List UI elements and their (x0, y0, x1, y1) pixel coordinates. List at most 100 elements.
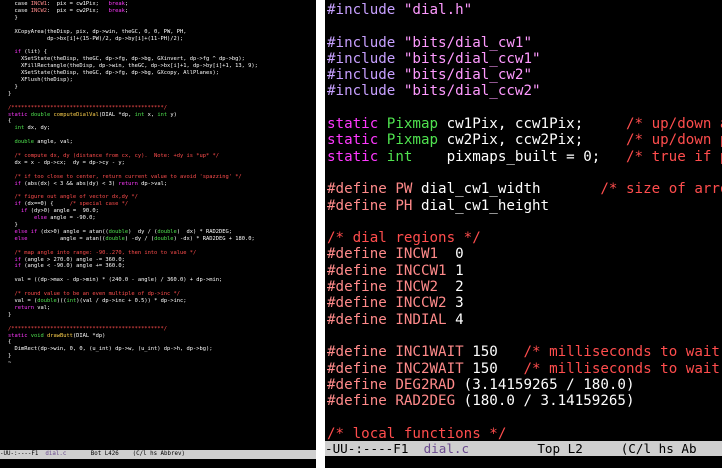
code-line[interactable]: #include "bits/dial_cw1" (327, 35, 722, 51)
code-line[interactable]: { (8, 118, 316, 125)
code-line[interactable] (327, 18, 722, 34)
left-code-area[interactable]: case INCW1: pix = cw1Pix; break; case IN… (0, 0, 316, 450)
code-line[interactable]: return val; (8, 305, 316, 312)
code-line[interactable]: ~ (8, 360, 316, 367)
code-line[interactable]: case INCW2: pix = cw2Pix; break; (8, 8, 316, 15)
code-line[interactable]: static Pixmap cw2Pix, ccw2Pix; /* up/dow… (327, 132, 722, 148)
code-line[interactable]: /***************************************… (8, 326, 316, 333)
code-line[interactable]: #define INC2WAIT 150 /* milliseconds to … (327, 361, 722, 377)
code-token: dial_cw1_height (412, 197, 550, 214)
code-line[interactable]: /* round value to be an even multiple of… (8, 291, 316, 298)
code-line[interactable]: } (8, 222, 316, 229)
code-line[interactable]: #include "bits/dial_cw2" (327, 67, 722, 83)
code-line[interactable] (8, 22, 316, 29)
code-token: #include (327, 50, 396, 67)
code-line[interactable]: #define DEG2RAD (3.14159265 / 180.0) (327, 377, 722, 393)
code-line[interactable]: /* local functions */ (327, 426, 722, 442)
code-line[interactable]: XSetState(theDisp, theGC, dp->fg, dp->bg… (8, 56, 316, 63)
code-line[interactable]: /* figure out angle of vector dx,dy */ (8, 194, 316, 201)
code-token: pixmaps_built = 0; (412, 148, 626, 165)
code-line[interactable]: #define INCCW1 1 (327, 263, 722, 279)
code-token: int (14, 125, 25, 132)
code-line[interactable]: static int pixmaps_built = 0; /* true if… (327, 149, 722, 165)
code-line[interactable]: #define INCW1 0 (327, 246, 722, 262)
code-line[interactable] (327, 165, 722, 181)
code-line[interactable]: else if (dx>0) angle = atan((double) dy … (8, 229, 316, 236)
code-line[interactable]: static Pixmap cw1Pix, ccw1Pix; /* up/dow… (327, 116, 722, 132)
code-line[interactable]: #define PH dial_cw1_height (327, 198, 722, 214)
code-token: INC1WAIT (395, 344, 464, 361)
code-line[interactable]: dp->bx[i]+(15-PW)/2, dp->by[i]+(11-PH)/2… (8, 36, 316, 43)
code-token: /* figure out angle of vector dx,dy */ (14, 194, 138, 201)
code-token: void (30, 332, 44, 339)
code-line[interactable]: { (8, 339, 316, 346)
code-line[interactable] (8, 146, 316, 153)
code-line[interactable]: #define RAD2DEG (180.0 / 3.14159265) (327, 393, 722, 409)
code-line[interactable]: #include "bits/dial_ccw1" (327, 51, 722, 67)
code-line[interactable]: static double computeDialVal(DIAL *dp, i… (8, 112, 316, 119)
code-line[interactable]: if (abs(dx) < 3 && abs(dy) < 3) return d… (8, 181, 316, 188)
code-line[interactable]: else angle = -90.0; (8, 215, 316, 222)
code-token: cw1Pix, ccw1Pix; (438, 116, 626, 133)
code-line[interactable]: /***************************************… (8, 105, 316, 112)
code-line[interactable] (8, 98, 316, 105)
code-line[interactable]: double angle, val; (8, 139, 316, 146)
code-line[interactable]: val = (double)((int)(val / dp->inc + 0.5… (8, 298, 316, 305)
code-token: "bits/dial_ccw1" (403, 50, 541, 67)
code-line[interactable]: if (dx==0) { /* special case */ (8, 201, 316, 208)
code-line[interactable]: static void drawButt(DIAL *dp) (8, 333, 316, 340)
code-line[interactable]: #include "dial.h" (327, 2, 722, 18)
code-token: dial_cw1_width (412, 181, 601, 198)
code-line[interactable]: XFillRectangle(theDisp, dp->win, theGC, … (8, 63, 316, 70)
code-line[interactable] (8, 284, 316, 291)
code-line[interactable] (8, 132, 316, 139)
code-line[interactable]: XCopyArea(theDisp, pix, dp->win, theGC, … (8, 29, 316, 36)
code-line[interactable]: XSetState(theDisp, theGC, dp->fg, dp->bg… (8, 70, 316, 77)
code-line[interactable]: /* dial regions */ (327, 230, 722, 246)
code-line[interactable]: #define INC1WAIT 150 /* milliseconds to … (327, 344, 722, 360)
left-editor-pane[interactable]: case INCW1: pix = cw1Pix; break; case IN… (0, 0, 316, 468)
code-line[interactable]: if (dy>0) angle = 90.0; (8, 208, 316, 215)
code-line[interactable]: val = ((dp->max - dp->min) * (240.0 - an… (8, 277, 316, 284)
code-line[interactable] (8, 187, 316, 194)
code-line[interactable]: #define INDIAL 4 (327, 312, 722, 328)
code-line[interactable]: dx = x - dp->cx; dy = dp->cy - y; (8, 160, 316, 167)
code-line[interactable]: case INCW1: pix = cw1Pix; break; (8, 1, 316, 8)
code-line[interactable]: #define PW dial_cw1_width /* size of arr… (327, 181, 722, 197)
code-line[interactable]: else angle = atan((double) -dy / (double… (8, 236, 316, 243)
code-line[interactable]: if (lit) { (8, 49, 316, 56)
code-line[interactable]: /* if too close to center, return curren… (8, 174, 316, 181)
code-token: : pix = cw1Pix; (46, 1, 109, 7)
code-line[interactable]: XFlush(theDisp); (8, 77, 316, 84)
code-line[interactable]: DimRect(dp->win, 0, 0, (u_int) dp->w, (u… (8, 346, 316, 353)
code-line[interactable]: int dx, dy; (8, 125, 316, 132)
code-line[interactable] (8, 243, 316, 250)
code-line[interactable]: /* compute dx, dy (distance from cx, cy)… (8, 153, 316, 160)
right-source-text[interactable]: #include "dial.h" #include "bits/dial_cw… (325, 0, 722, 442)
code-line[interactable] (8, 42, 316, 49)
right-code-area[interactable]: #include "dial.h" #include "bits/dial_cw… (325, 0, 722, 450)
code-line[interactable]: } (8, 15, 316, 22)
code-line[interactable] (327, 409, 722, 425)
code-line[interactable]: } (8, 312, 316, 319)
code-line[interactable]: #define INCCW2 3 (327, 295, 722, 311)
right-editor-pane[interactable]: #include "dial.h" #include "bits/dial_cw… (325, 0, 722, 468)
code-token: ) dx) * RAD2DEG; (176, 228, 232, 235)
code-line[interactable]: } (8, 91, 316, 98)
code-line[interactable]: if (angle < -90.0) angle += 360.0; (8, 263, 316, 270)
code-line[interactable]: } (8, 353, 316, 360)
code-line[interactable]: #include "bits/dial_ccw2" (327, 83, 722, 99)
code-line[interactable]: if (angle > 270.0) angle -= 360.0; (8, 257, 316, 264)
code-line[interactable]: #define INCW2 2 (327, 279, 722, 295)
code-line[interactable] (8, 270, 316, 277)
code-line[interactable] (327, 100, 722, 116)
code-line[interactable] (8, 319, 316, 326)
code-line[interactable] (8, 167, 316, 174)
code-line[interactable] (327, 214, 722, 230)
code-line[interactable]: } (8, 84, 316, 91)
code-token: { (8, 339, 12, 346)
code-line[interactable] (327, 328, 722, 344)
code-line[interactable]: /* map angle into range: -90..270, then … (8, 250, 316, 257)
left-source-text[interactable]: case INCW1: pix = cw1Pix; break; case IN… (0, 0, 316, 367)
